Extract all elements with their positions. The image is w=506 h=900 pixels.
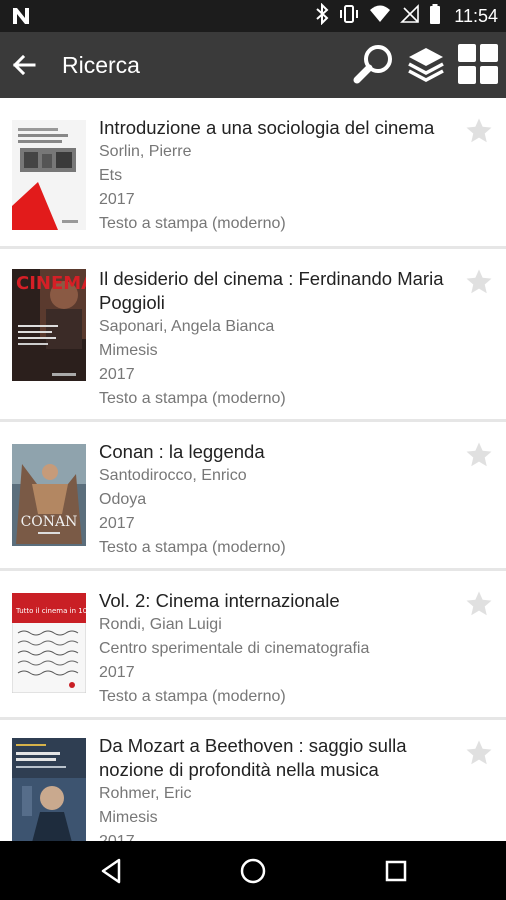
back-triangle-icon[interactable] [95,855,127,887]
no-signal-icon [400,3,420,29]
battery-icon [429,3,441,30]
book-cover: CINEMA [12,269,86,381]
page-title: Ricerca [62,52,140,78]
system-nav-bar [0,841,506,900]
item-type: Testo a stampa (moderno) [99,688,286,705]
wifi-icon [369,4,391,29]
app-bar: Ricerca [0,32,506,98]
item-author: Saponari, Angela Bianca [99,318,275,335]
item-year: 2017 [99,664,135,681]
item-type: Testo a stampa (moderno) [99,215,286,232]
bluetooth-icon [315,2,329,30]
list-item[interactable]: CINEMA Il desiderio del cinema : Ferdina… [0,249,506,422]
item-publisher: Centro sperimentale di cinematografia [99,640,370,657]
search-icon[interactable] [352,42,396,86]
item-type: Testo a stampa (moderno) [99,390,286,407]
item-author: Santodirocco, Enrico [99,467,247,484]
book-cover: Tutto il cinema in 100 lettere [12,593,86,693]
favorite-star-icon[interactable] [464,589,494,619]
notification-n-icon [10,5,32,32]
list-item[interactable]: Da Mozart a Beethoven : saggio sulla noz… [0,720,506,841]
list-item[interactable]: Introduzione a una sociologia del cinema… [0,98,506,249]
clock: 11:54 [454,5,498,26]
item-publisher: Ets [99,167,123,184]
item-title: Vol. 2: Cinema internazionale [99,590,340,611]
item-title: Introduzione a una sociologia del cinema [99,117,435,138]
item-author: Rohmer, Eric [99,785,192,802]
item-publisher: Odoya [99,491,147,508]
item-title: Il desiderio del cinema : Ferdinando Mar… [99,268,444,313]
item-year: 2017 [99,366,135,383]
recents-square-icon[interactable] [380,855,412,887]
book-cover [12,120,86,230]
item-title: Da Mozart a Beethoven : saggio sulla noz… [99,735,407,780]
status-bar: 11:54 [0,0,506,32]
item-year: 2017 [99,191,135,208]
item-author: Rondi, Gian Luigi [99,616,222,633]
home-circle-icon[interactable] [237,855,269,887]
layers-icon[interactable] [404,42,448,86]
arrow-back-icon[interactable] [8,49,40,81]
vibrate-icon [338,3,360,30]
item-publisher: Mimesis [99,809,158,826]
item-publisher: Mimesis [99,342,158,359]
cover-text: CINEMA [16,273,86,294]
item-type: Testo a stampa (moderno) [99,539,286,556]
book-cover: CONAN [12,444,86,546]
item-title: Conan : la leggenda [99,441,265,462]
list-item[interactable]: CONAN Conan : la leggenda Santodirocco, … [0,422,506,571]
favorite-star-icon[interactable] [464,738,494,768]
item-author: Sorlin, Pierre [99,143,192,160]
favorite-star-icon[interactable] [464,116,494,146]
grid-view-icon[interactable] [456,42,500,86]
cover-text: Tutto il cinema in 100 lettere [15,607,86,615]
favorite-star-icon[interactable] [464,440,494,470]
item-year: 2017 [99,830,464,841]
item-year: 2017 [99,515,135,532]
favorite-star-icon[interactable] [464,267,494,297]
list-item[interactable]: Tutto il cinema in 100 lettere Vol. 2: C… [0,571,506,720]
cover-text: CONAN [21,514,78,530]
results-list[interactable]: Introduzione a una sociologia del cinema… [0,98,506,841]
book-cover [12,738,86,841]
